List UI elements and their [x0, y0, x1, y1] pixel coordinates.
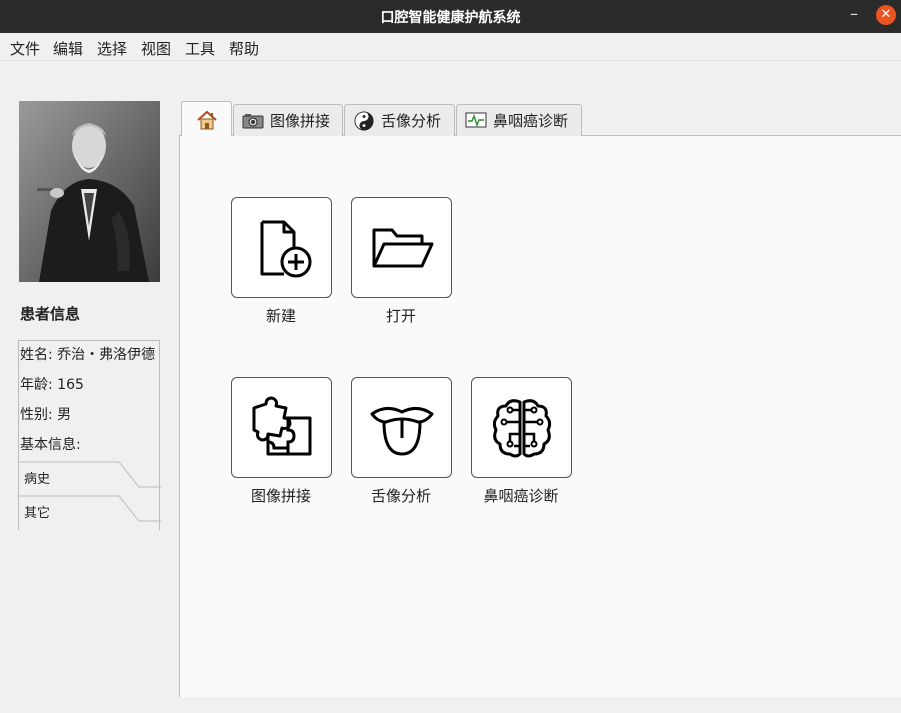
brain-circuit-icon [492, 398, 551, 457]
patient-name: 姓名: 乔治・弗洛伊德 [20, 347, 156, 363]
tab-home[interactable] [181, 101, 232, 137]
window-title: 口腔智能健康护航系统 [380, 10, 521, 26]
patient-basic-info-label: 基本信息: [20, 437, 81, 453]
tab-label: 舌像分析 [381, 112, 442, 130]
yin-yang-icon [354, 110, 374, 131]
menu-bar: 文件 编辑 选择 视图 工具 帮助 [0, 33, 901, 61]
open-folder-icon [372, 228, 433, 267]
home-panel: 新建 打开 图像拼接 舌像分析 鼻咽癌诊断 [180, 136, 901, 697]
patient-sidebar: 患者信息 姓名: 乔治・弗洛伊德 年龄: 165 性别: 男 基本信息: 病史 … [0, 62, 179, 713]
subtab-other[interactable]: 其它 [19, 495, 161, 529]
menu-view[interactable]: 视图 [141, 38, 171, 59]
tab-image-stitch[interactable]: 图像拼接 [233, 104, 343, 136]
camera-icon [242, 113, 264, 128]
tongue-analysis-label: 舌像分析 [370, 487, 431, 505]
tongue-analysis-button[interactable] [351, 377, 452, 478]
tab-npc-diagnosis[interactable]: 鼻咽癌诊断 [456, 104, 582, 136]
image-stitch-label: 图像拼接 [250, 487, 311, 505]
title-bar: 口腔智能健康护航系统 – ✕ [0, 0, 901, 33]
menu-select[interactable]: 选择 [97, 38, 127, 59]
new-button[interactable] [231, 197, 332, 298]
menu-edit[interactable]: 编辑 [53, 38, 83, 59]
home-icon [196, 110, 217, 129]
npc-diagnosis-button[interactable] [471, 377, 572, 478]
tongue-icon [370, 406, 433, 456]
bottom-strip [179, 697, 901, 713]
new-file-icon [260, 220, 311, 277]
open-label: 打开 [385, 307, 416, 325]
subtab-label: 其它 [24, 506, 51, 521]
minimize-button[interactable]: – [846, 6, 862, 24]
subtab-label: 病史 [24, 472, 51, 487]
menu-tools[interactable]: 工具 [185, 38, 215, 59]
tab-tongue-analysis[interactable]: 舌像分析 [344, 104, 455, 136]
tab-label: 图像拼接 [270, 112, 331, 130]
monitor-icon [465, 112, 487, 127]
patient-age: 年龄: 165 [20, 377, 84, 393]
patient-photo [19, 101, 160, 282]
tab-label: 鼻咽癌诊断 [493, 112, 569, 130]
subtab-medical-history[interactable]: 病史 [19, 461, 161, 495]
npc-diagnosis-label: 鼻咽癌诊断 [483, 487, 559, 505]
menu-help[interactable]: 帮助 [229, 38, 259, 59]
main-tab-bar: 图像拼接 舌像分析 鼻咽癌诊断 [179, 101, 901, 137]
patient-info-title: 患者信息 [20, 305, 81, 323]
image-stitch-button[interactable] [231, 377, 332, 478]
menu-file[interactable]: 文件 [10, 38, 40, 59]
open-button[interactable] [351, 197, 452, 298]
new-label: 新建 [265, 307, 296, 325]
puzzle-icon [252, 396, 311, 455]
close-button[interactable]: ✕ [876, 5, 896, 25]
patient-info-box: 姓名: 乔治・弗洛伊德 年龄: 165 性别: 男 基本信息: 病史 其它 [18, 340, 161, 530]
patient-gender: 性别: 男 [20, 407, 72, 423]
